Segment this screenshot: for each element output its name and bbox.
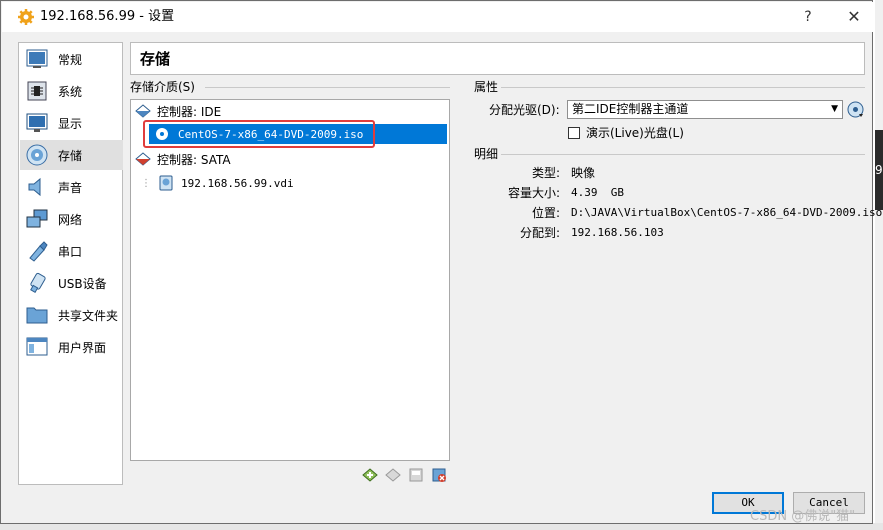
shared-folder-icon (25, 303, 49, 327)
audio-icon (25, 175, 49, 199)
nav-item-general[interactable]: 常规 (20, 44, 123, 74)
location-value: D:\JAVA\VirtualBox\CentOS-7-x86_64-DVD-2… (571, 206, 883, 219)
add-attachment-icon[interactable] (361, 466, 379, 484)
controller-icon (135, 152, 151, 166)
network-icon (25, 207, 49, 231)
live-cd-label[interactable]: 演示(Live)光盘(L) (586, 126, 684, 140)
attributes-label: 属性 (474, 80, 499, 94)
page-header: 存储 (130, 42, 865, 75)
nav-item-label: 显示 (58, 116, 83, 131)
settings-navigation: 常规 系统 显示 存储 声音 网络 串口 USB设备 共享文件夹 用户界面 (18, 42, 123, 485)
nav-item-display[interactable]: 显示 (20, 108, 123, 138)
general-icon (25, 47, 49, 71)
chevron-down-icon: ▼ (831, 104, 838, 114)
nav-item-label: 常规 (58, 52, 83, 67)
type-key: 类型: (531, 166, 560, 180)
remove-attachment-icon[interactable] (384, 466, 402, 484)
nav-item-storage[interactable]: 存储 (20, 140, 123, 170)
nav-item-label: 共享文件夹 (58, 308, 119, 323)
help-button[interactable]: ? (796, 6, 820, 28)
storage-media-label: 存储介质(S) (130, 80, 195, 94)
remove-controller-icon[interactable] (430, 466, 448, 484)
nav-item-label: 声音 (58, 180, 83, 195)
attached-to-key: 分配到: (519, 226, 560, 240)
window-title: 192.168.56.99 - 设置 (40, 9, 175, 24)
storage-toolbar (361, 466, 448, 484)
display-icon (25, 111, 49, 135)
storage-icon (25, 143, 49, 167)
page-title: 存储 (140, 50, 171, 68)
section-divider (501, 87, 865, 88)
nav-item-label: 系统 (58, 84, 83, 99)
type-value: 映像 (571, 166, 596, 180)
nav-item-system[interactable]: 系统 (20, 76, 123, 106)
size-key: 容量大小: (507, 186, 560, 200)
choose-disk-icon[interactable] (847, 101, 864, 118)
optical-drive-value: 第二IDE控制器主通道 (572, 102, 689, 116)
nav-item-user-interface[interactable]: 用户界面 (20, 332, 123, 362)
nav-item-serial-port[interactable]: 串口 (20, 236, 123, 266)
live-cd-checkbox[interactable] (568, 127, 580, 139)
background-window-fragment: 9 (875, 130, 883, 210)
serial-port-icon (25, 239, 49, 263)
controller-icon (135, 104, 151, 118)
tree-item-label: 控制器: IDE (157, 104, 222, 119)
tree-item-controller-sata[interactable]: 控制器: SATA (135, 149, 445, 169)
nav-item-usb[interactable]: USB设备 (20, 268, 123, 298)
usb-icon (25, 271, 49, 295)
nav-item-label: 存储 (58, 148, 83, 163)
nav-item-label: USB设备 (58, 276, 107, 291)
settings-dialog: 192.168.56.99 - 设置 ? ✕ 常规 系统 显示 存储 声音 网络… (0, 0, 882, 524)
nav-item-label: 用户界面 (58, 340, 107, 355)
annotation-highlight (143, 120, 375, 148)
add-controller-icon[interactable] (407, 466, 425, 484)
tree-item-controller-ide[interactable]: 控制器: IDE (135, 101, 445, 121)
nav-item-network[interactable]: 网络 (20, 204, 123, 234)
hard-disk-icon (159, 175, 173, 191)
location-key: 位置: (531, 206, 560, 220)
title-bar[interactable]: 192.168.56.99 - 设置 ? ✕ (2, 2, 873, 32)
nav-item-label: 串口 (58, 244, 83, 259)
background-taskbar (0, 523, 883, 530)
attached-to-value: 192.168.56.103 (571, 226, 664, 239)
background-glyph: 9 (875, 163, 883, 177)
size-value: 4.39 GB (571, 186, 624, 199)
optical-drive-select[interactable]: 第二IDE控制器主通道 ▼ (567, 100, 843, 119)
nav-item-label: 网络 (58, 212, 83, 227)
system-icon (25, 79, 49, 103)
close-button[interactable]: ✕ (840, 6, 868, 28)
tree-line: ⋮ (141, 177, 151, 189)
nav-item-shared-folders[interactable]: 共享文件夹 (20, 300, 123, 330)
optical-drive-label: 分配光驱(D): (489, 103, 560, 117)
storage-tree[interactable]: 控制器: IDE CentOS-7-x86_64-DVD-2009.iso 控制… (130, 99, 450, 461)
tree-item-vdi[interactable]: ⋮ 192.168.56.99.vdi (141, 173, 441, 193)
user-interface-icon (25, 335, 49, 359)
tree-item-label: 192.168.56.99.vdi (181, 176, 294, 190)
background-window (875, 0, 883, 530)
information-label: 明细 (474, 147, 499, 161)
watermark: CSDN @佛说"猫" (750, 509, 856, 524)
nav-item-audio[interactable]: 声音 (20, 172, 123, 202)
gear-icon (18, 9, 34, 25)
tree-item-label: 控制器: SATA (157, 152, 231, 167)
section-divider (205, 87, 450, 88)
section-divider (501, 154, 865, 155)
